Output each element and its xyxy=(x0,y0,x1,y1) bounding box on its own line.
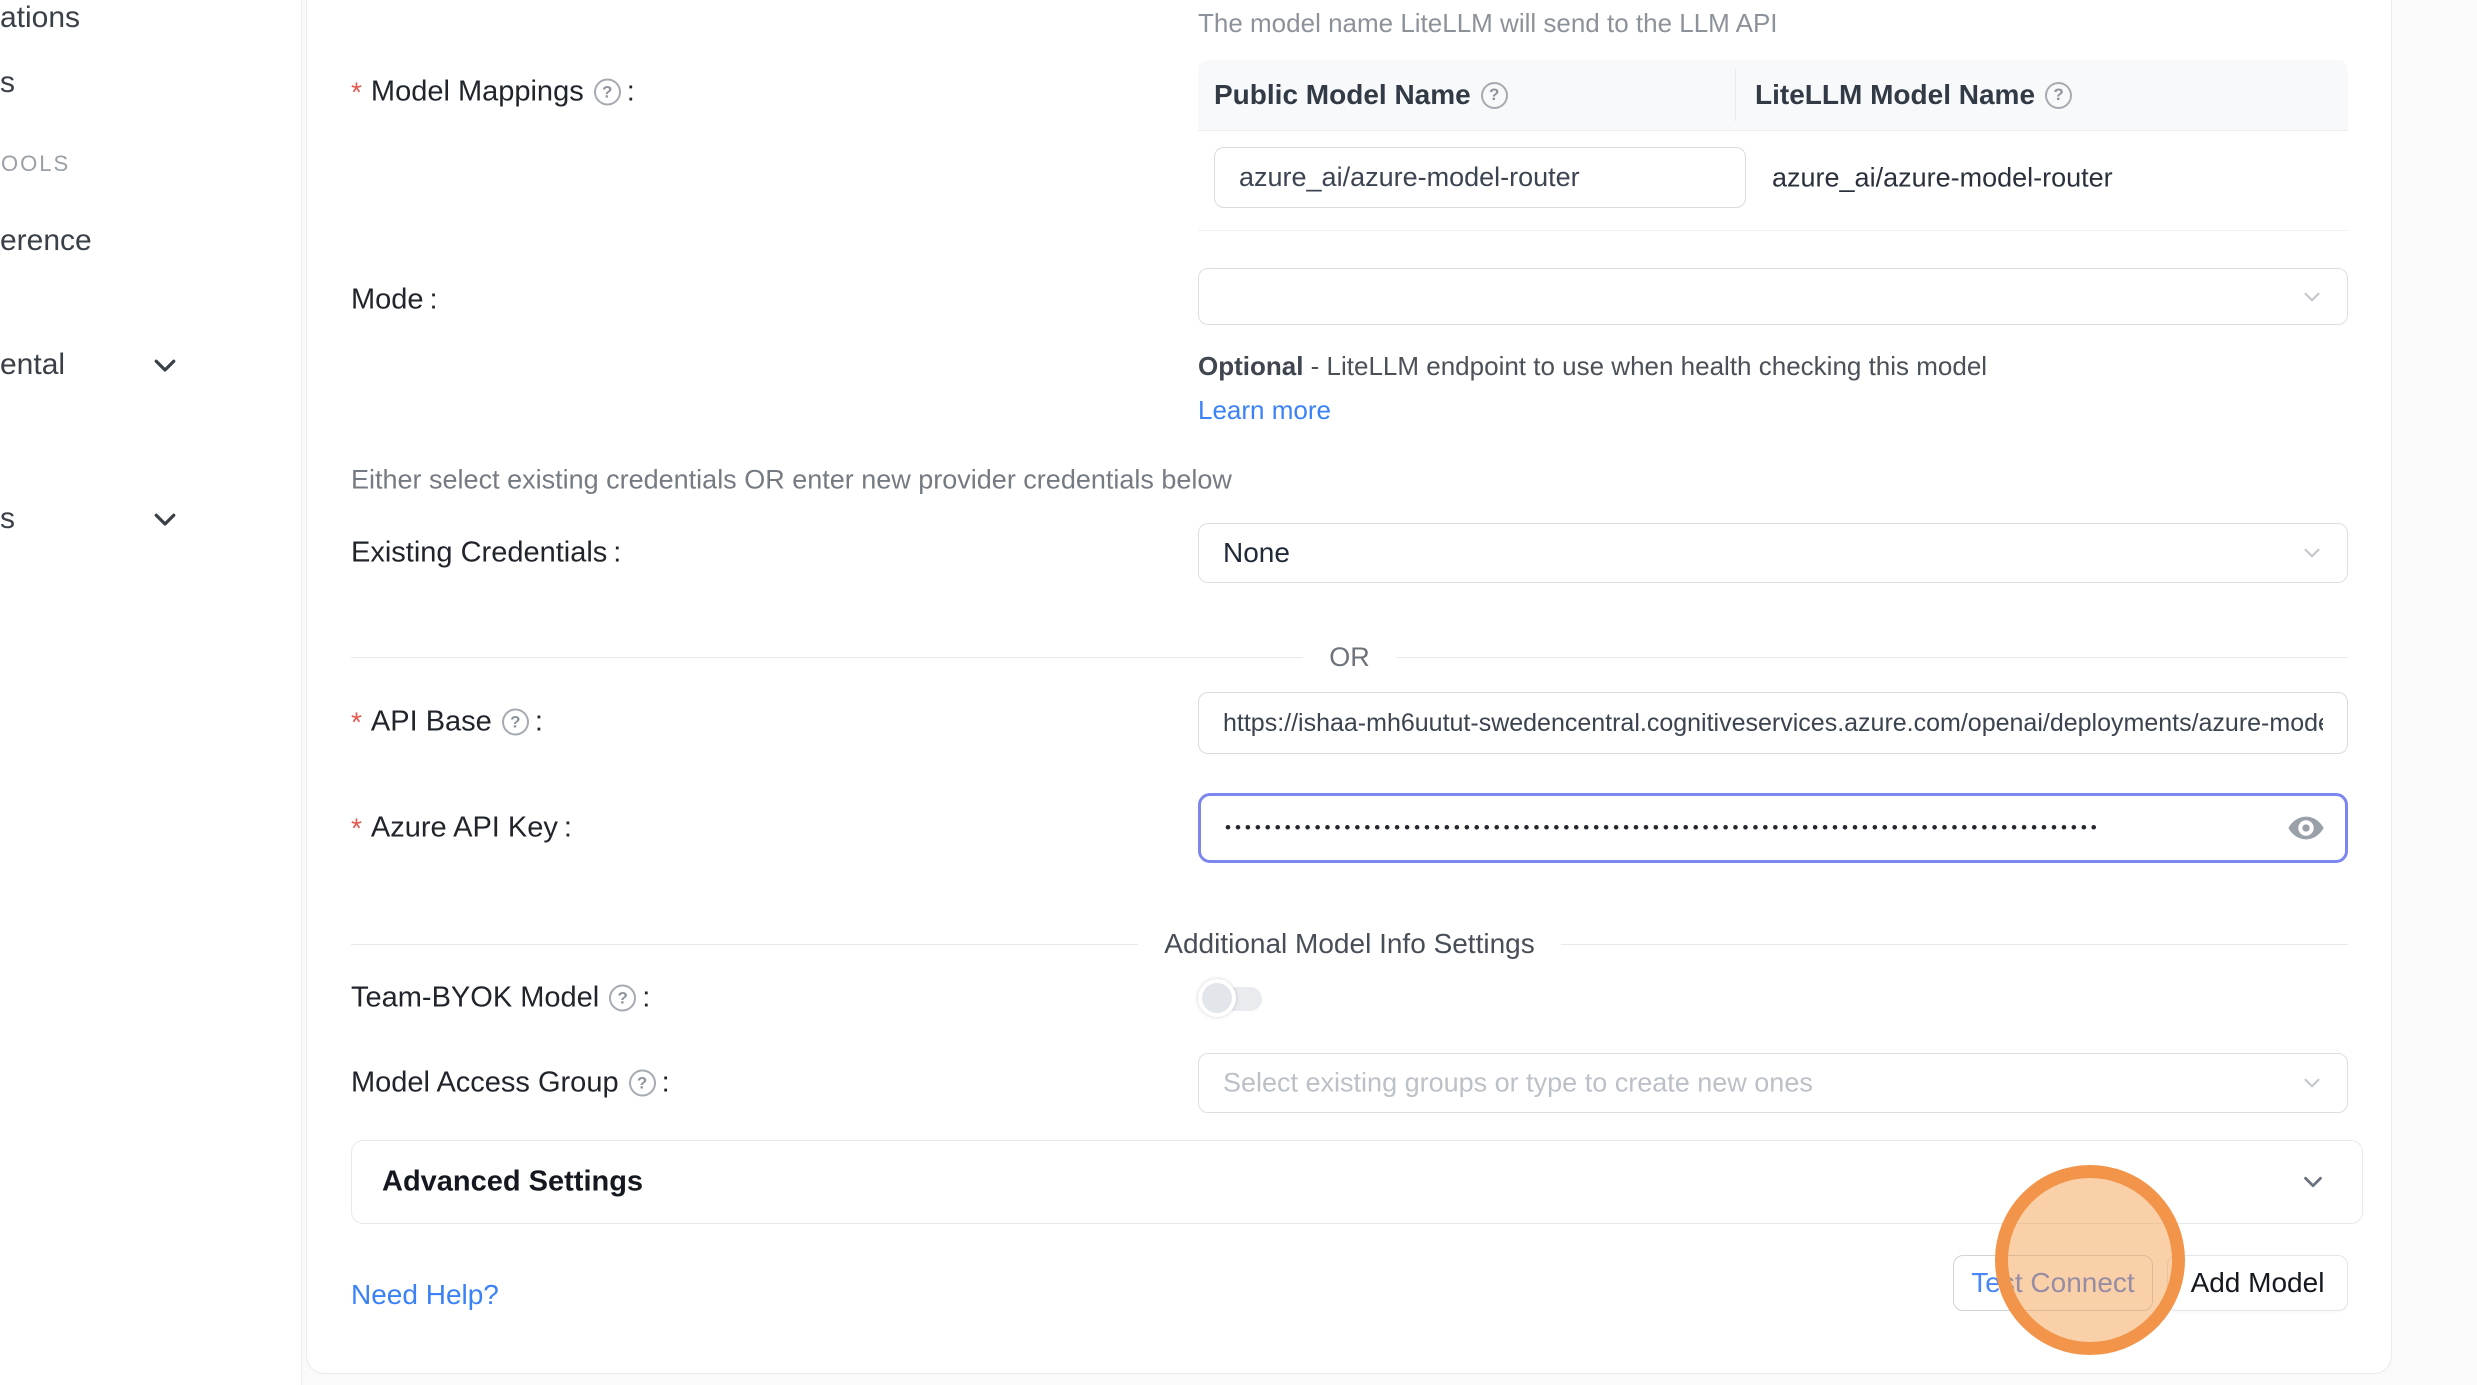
additional-info-divider: Additional Model Info Settings xyxy=(351,928,2348,960)
mode-help-text: Optional - LiteLLM endpoint to use when … xyxy=(1198,344,2048,432)
masked-api-key-value: ••••••••••••••••••••••••••••••••••••••••… xyxy=(1225,818,2101,838)
litellm-model-name-header: LiteLLM Model Name ? xyxy=(1755,79,2072,111)
advanced-settings-title: Advanced Settings xyxy=(382,1166,643,1199)
table-row-separator xyxy=(1198,230,2348,231)
litellm-model-name-helper: The model name LiteLLM will send to the … xyxy=(1198,8,1778,39)
chevron-down-icon xyxy=(2299,540,2325,566)
test-connect-button[interactable]: Test Connect xyxy=(1953,1255,2153,1311)
chevron-down-icon xyxy=(2299,284,2325,310)
existing-credentials-select[interactable]: None xyxy=(1198,523,2348,583)
toggle-password-visibility-button[interactable] xyxy=(2283,805,2329,851)
learn-more-link[interactable]: Learn more xyxy=(1198,395,1331,425)
toggle-knob xyxy=(1198,979,1236,1017)
eye-icon xyxy=(2285,807,2327,849)
mode-label: Mode : xyxy=(351,284,438,317)
api-base-input[interactable] xyxy=(1198,692,2348,754)
help-icon[interactable]: ? xyxy=(502,709,529,736)
model-access-group-placeholder: Select existing groups or type to create… xyxy=(1223,1068,1813,1099)
help-icon[interactable]: ? xyxy=(629,1070,656,1097)
azure-api-key-input[interactable]: ••••••••••••••••••••••••••••••••••••••••… xyxy=(1198,793,2348,863)
api-base-label: * API Base ? : xyxy=(351,706,543,739)
model-mapping-table-header: Public Model Name ? LiteLLM Model Name ? xyxy=(1198,60,2348,131)
advanced-settings-panel[interactable]: Advanced Settings xyxy=(351,1140,2363,1224)
model-mappings-label: * Model Mappings ? : xyxy=(351,76,635,109)
public-model-name-input[interactable] xyxy=(1214,147,1746,208)
credentials-note: Either select existing credentials OR en… xyxy=(351,465,1232,496)
chevron-down-icon xyxy=(2298,1167,2328,1197)
add-model-screen: ations s TOOLS erence ental s The model … xyxy=(0,0,2477,1385)
chevron-down-icon xyxy=(2299,1070,2325,1096)
required-asterisk: * xyxy=(351,76,362,108)
existing-credentials-value: None xyxy=(1223,537,1290,569)
team-byok-label: Team-BYOK Model ? : xyxy=(351,982,650,1015)
mode-select[interactable] xyxy=(1198,268,2348,325)
or-divider-text: OR xyxy=(1303,642,1396,673)
help-icon[interactable]: ? xyxy=(2045,82,2072,109)
help-icon[interactable]: ? xyxy=(594,79,621,106)
existing-credentials-label: Existing Credentials : xyxy=(351,537,621,570)
team-byok-toggle[interactable] xyxy=(1206,987,1262,1011)
litellm-model-name-value: azure_ai/azure-model-router xyxy=(1772,163,2113,194)
help-icon[interactable]: ? xyxy=(1481,82,1508,109)
help-icon[interactable]: ? xyxy=(609,985,636,1012)
model-access-group-label: Model Access Group ? : xyxy=(351,1067,670,1100)
column-divider xyxy=(1735,69,1736,121)
required-asterisk: * xyxy=(351,706,362,738)
add-model-button[interactable]: Add Model xyxy=(2167,1255,2348,1311)
or-divider: OR xyxy=(351,642,2348,673)
public-model-name-header: Public Model Name ? xyxy=(1214,79,1508,111)
required-asterisk: * xyxy=(351,812,362,844)
model-access-group-select[interactable]: Select existing groups or type to create… xyxy=(1198,1053,2348,1113)
need-help-link[interactable]: Need Help? xyxy=(351,1279,499,1311)
azure-api-key-label: * Azure API Key : xyxy=(351,812,572,845)
additional-info-divider-text: Additional Model Info Settings xyxy=(1138,928,1560,960)
